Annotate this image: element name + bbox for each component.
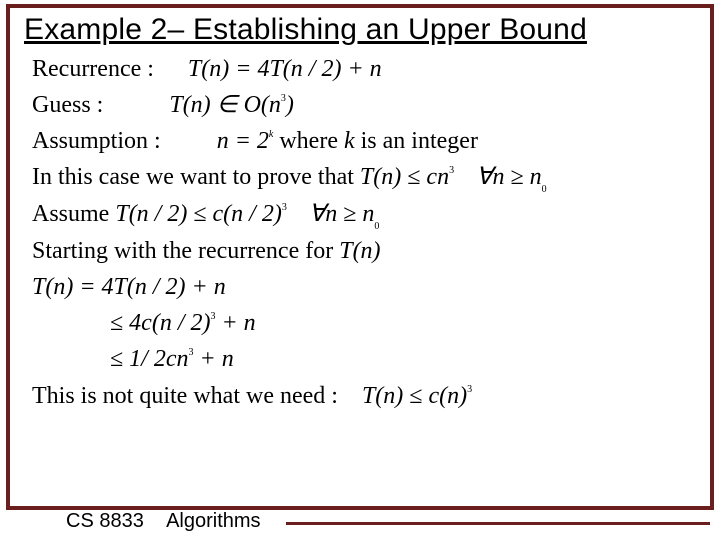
line-expand-1: T(n) = 4T(n / 2) + n: [32, 270, 712, 304]
sup-3-assume: 3: [282, 202, 287, 213]
math-assume: T(n / 2) ≤ c(n / 2): [115, 201, 281, 227]
line-guess: Guess : T(n) ∈ O(n3): [32, 88, 712, 122]
footer-text: CS 8833 Algorithms: [66, 510, 261, 533]
sub-0-a: 0: [542, 184, 547, 195]
footer-course: CS 8833: [66, 510, 144, 532]
sup-3-prove: 3: [449, 165, 454, 176]
slide-content: Recurrence : T(n) = 4T(n / 2) + n Guess :…: [32, 52, 712, 415]
footer: CS 8833 Algorithms: [0, 510, 720, 536]
line-expand-2: ≤ 4c(n / 2)3 + n: [32, 306, 712, 340]
sup-3-guess: 3: [281, 93, 286, 104]
sup-3-e2: 3: [210, 311, 215, 322]
label-assumption: Assumption :: [32, 128, 161, 154]
math-Tn: T(n): [339, 238, 380, 264]
math-conclusion: T(n) ≤ c(n): [362, 383, 467, 409]
math-expand-1: T(n) = 4T(n / 2) + n: [32, 274, 226, 300]
math-expand-3a: ≤ 1/ 2cn: [110, 346, 189, 372]
sup-k: k: [269, 129, 273, 140]
line-assume: Assume T(n / 2) ≤ c(n / 2)3 ∀n ≥ n0: [32, 197, 712, 232]
math-k: k: [344, 128, 355, 154]
text-where: where: [273, 128, 344, 154]
math-forall-2: ∀n ≥ n: [309, 201, 375, 227]
sup-3-e3: 3: [189, 347, 194, 358]
slide: Example 2– Establishing an Upper Bound R…: [0, 0, 720, 540]
line-conclusion: This is not quite what we need : T(n) ≤ c…: [32, 379, 712, 413]
label-recurrence: Recurrence :: [32, 56, 154, 82]
line-starting: Starting with the recurrence for T(n): [32, 234, 712, 268]
math-n-eq: n = 2: [217, 128, 269, 154]
math-expand-2a: ≤ 4c(n / 2): [110, 310, 210, 336]
text-assume: Assume: [32, 201, 115, 227]
math-guess-a: T(n) ∈ O(n: [169, 92, 281, 118]
math-recurrence: (n) = 4T(n / 2) + n: [201, 56, 381, 82]
math-T: T: [188, 56, 201, 82]
footer-line: [286, 522, 710, 525]
line-expand-3: ≤ 1/ 2cn3 + n: [32, 342, 712, 376]
label-guess: Guess :: [32, 92, 103, 118]
text-starting: Starting with the recurrence for: [32, 238, 339, 264]
text-integer: is an integer: [355, 128, 478, 154]
line-assumption: Assumption :n = 2k where k is an integer: [32, 124, 712, 158]
math-forall-1: ∀n ≥ n: [476, 164, 542, 190]
text-prove: In this case we want to prove that: [32, 164, 360, 190]
text-conclusion: This is not quite what we need :: [32, 383, 338, 409]
math-expand-2b: + n: [215, 310, 255, 336]
line-prove: In this case we want to prove that T(n) …: [32, 160, 712, 195]
math-guess-b: ): [286, 92, 294, 118]
slide-border: Example 2– Establishing an Upper Bound R…: [6, 4, 714, 510]
sub-0-b: 0: [374, 221, 379, 232]
slide-title: Example 2– Establishing an Upper Bound: [24, 13, 587, 47]
line-recurrence: Recurrence : T(n) = 4T(n / 2) + n: [32, 52, 712, 86]
math-Tn-leq: T(n) ≤ cn: [360, 164, 449, 190]
math-expand-3b: + n: [194, 346, 234, 372]
sup-3-conc: 3: [467, 384, 472, 395]
footer-label: Algorithms: [166, 510, 260, 532]
